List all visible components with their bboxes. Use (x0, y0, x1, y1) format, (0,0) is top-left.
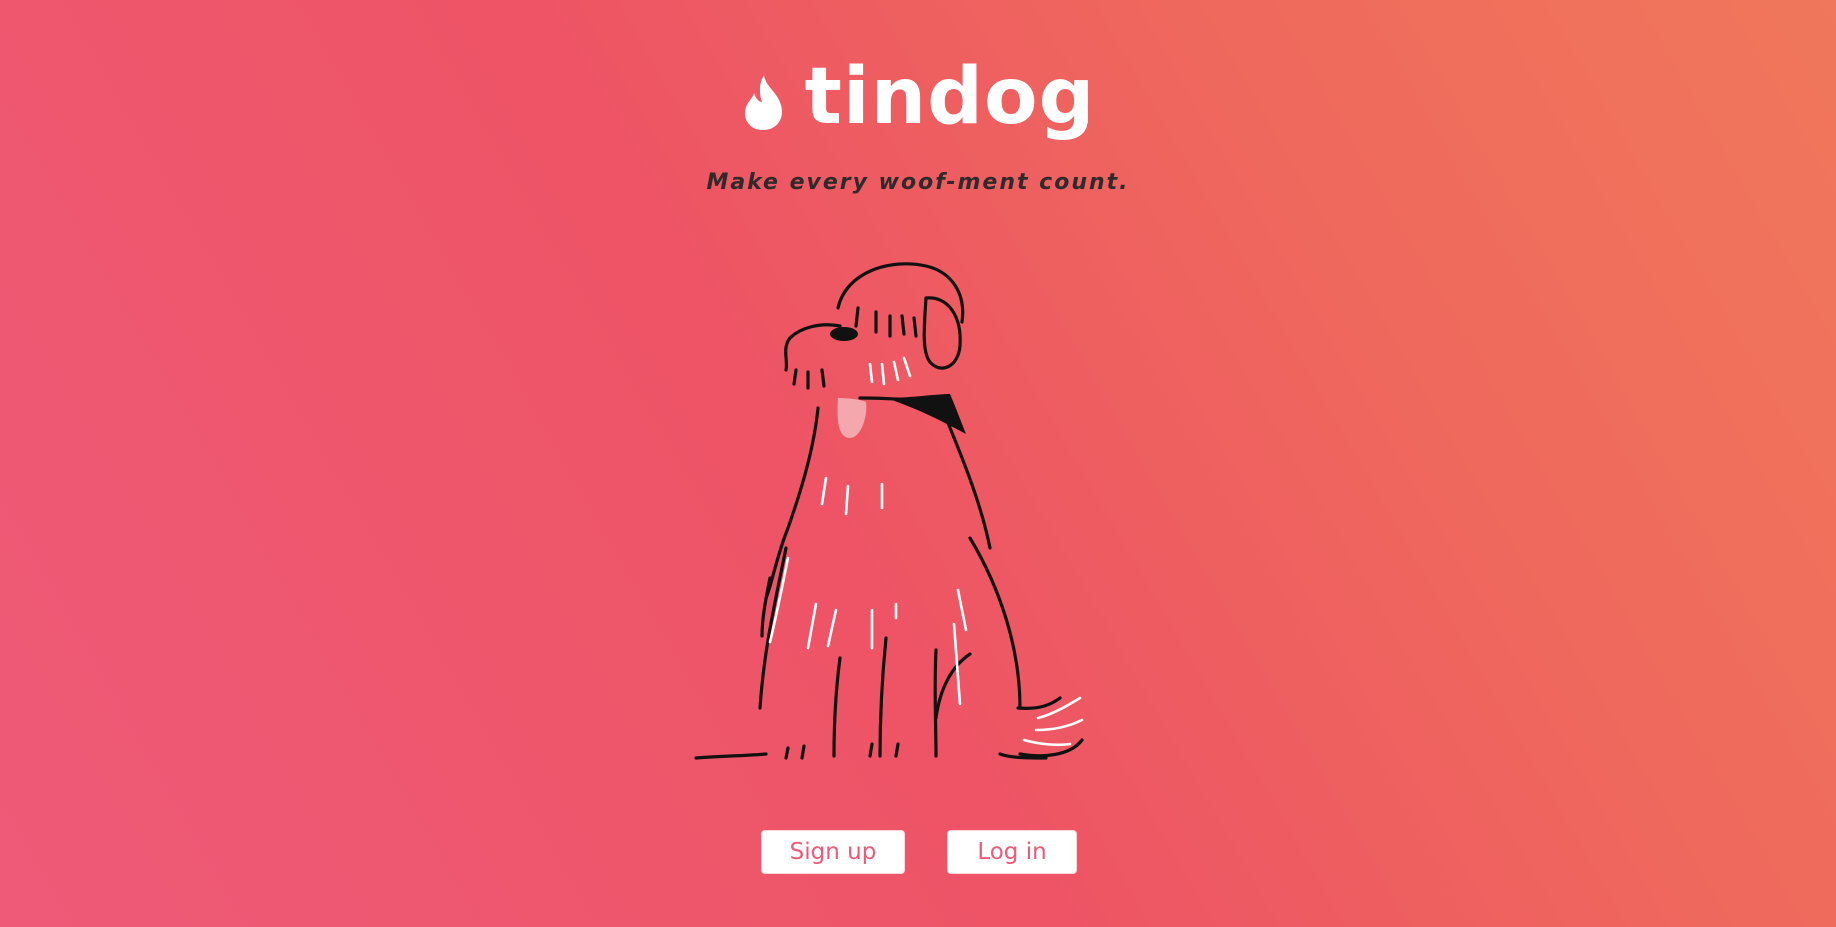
tagline: Make every woof-ment count. (706, 170, 1130, 195)
login-button[interactable]: Log in (947, 830, 1077, 874)
brand-logo: tindog (741, 58, 1096, 136)
app-title: tindog (804, 52, 1096, 142)
dog-illustration (694, 262, 1084, 760)
flame-icon (744, 75, 782, 130)
landing-page: tindog Make every woof-ment count. Sign … (0, 0, 1836, 927)
signup-button[interactable]: Sign up (761, 830, 905, 874)
brand-header: tindog (0, 58, 1836, 136)
